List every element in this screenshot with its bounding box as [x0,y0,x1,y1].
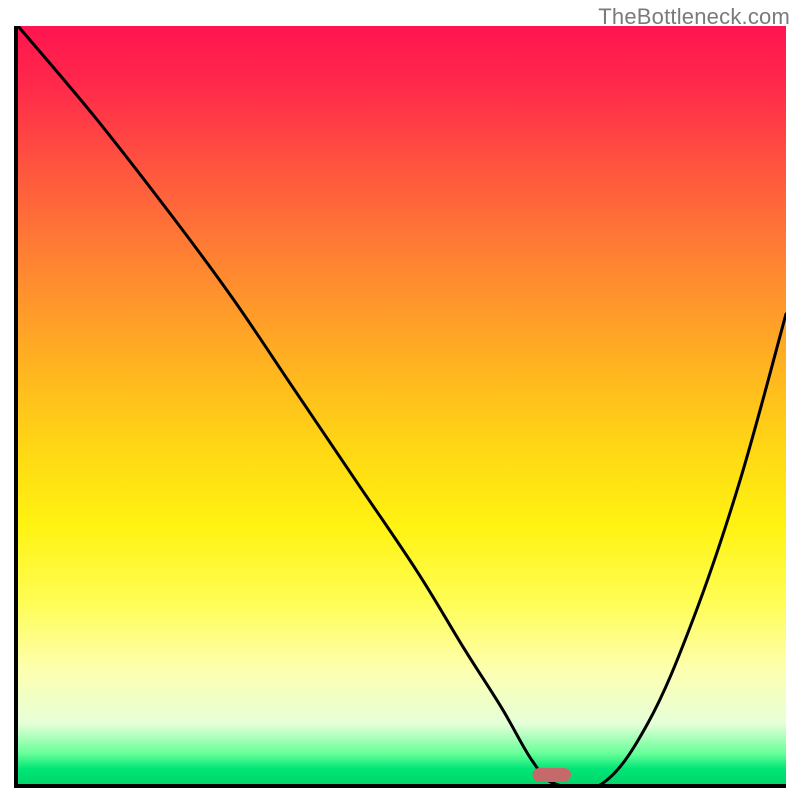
plot-frame [14,26,786,788]
sweet-spot-marker [533,768,571,782]
bottleneck-curve [18,26,786,784]
chart-container: TheBottleneck.com [0,0,800,800]
curve-svg [18,26,786,784]
